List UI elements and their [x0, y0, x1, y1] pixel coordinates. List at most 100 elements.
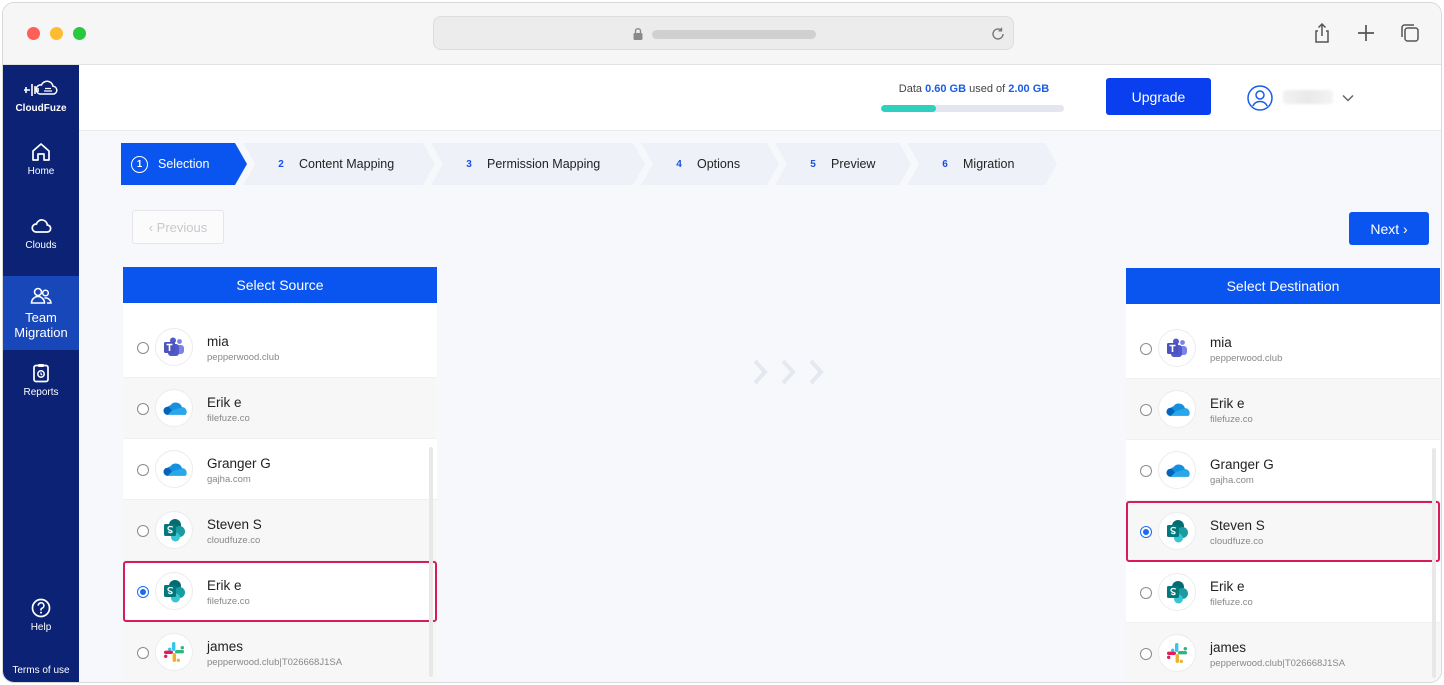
select-radio[interactable] — [1140, 404, 1152, 416]
browser-toolbar — [3, 3, 1441, 65]
close-window-button[interactable] — [27, 27, 40, 40]
list-item[interactable]: Erik e filefuze.co — [123, 378, 437, 439]
help-icon — [31, 598, 51, 618]
onedrive-icon — [1158, 390, 1196, 428]
account-name: james — [1210, 640, 1247, 655]
account-name: Erik e — [1210, 579, 1245, 594]
url-text — [652, 30, 816, 39]
account-name: Granger G — [1210, 457, 1274, 472]
select-radio[interactable] — [137, 586, 149, 598]
list-item[interactable]: Granger G gajha.com — [123, 439, 437, 500]
sharepoint-icon — [1158, 512, 1196, 550]
next-button[interactable]: Next › — [1349, 212, 1429, 245]
step-label: Content Mapping — [299, 157, 395, 171]
storage-progress-bar — [881, 105, 1064, 112]
step-number: 3 — [466, 158, 472, 170]
account-domain: pepperwood.club — [207, 352, 280, 363]
step-preview[interactable]: 5 Preview — [775, 143, 911, 185]
storage-mid: used of — [969, 83, 1006, 95]
share-icon[interactable] — [1311, 22, 1333, 44]
source-list: mia pepperwood.club Erik e filefuze.co Grang… — [123, 317, 437, 682]
step-number: 5 — [810, 158, 816, 170]
list-item[interactable]: Erik e filefuze.co — [1126, 379, 1440, 440]
sidebar-item-clouds[interactable]: Clouds — [3, 215, 79, 265]
onedrive-icon — [155, 389, 193, 427]
list-item[interactable]: james pepperwood.club|T026668J1SA — [123, 622, 437, 682]
teams-icon — [1158, 329, 1196, 367]
account-domain: filefuze.co — [207, 596, 250, 607]
reload-icon[interactable] — [990, 26, 1006, 42]
sidebar-item-label: Clouds — [25, 240, 57, 251]
list-item[interactable]: mia pepperwood.club — [1126, 318, 1440, 379]
account-name: Steven S — [1210, 518, 1265, 533]
select-radio[interactable] — [1140, 526, 1152, 538]
account-name: Erik e — [1210, 396, 1245, 411]
previous-button[interactable]: ‹ Previous — [132, 210, 224, 244]
step-migration[interactable]: 6 Migration — [907, 143, 1057, 185]
list-item[interactable]: Erik e filefuze.co — [123, 561, 437, 622]
terms-of-use-link[interactable]: Terms of use — [3, 665, 79, 676]
upgrade-button[interactable]: Upgrade — [1106, 78, 1211, 115]
user-menu[interactable] — [1247, 85, 1367, 111]
account-domain: cloudfuze.co — [207, 535, 261, 546]
teams-icon — [155, 328, 193, 366]
list-item[interactable]: james pepperwood.club|T026668J1SA — [1126, 623, 1440, 682]
step-selection[interactable]: 1 Selection — [121, 143, 247, 185]
source-scrollbar[interactable] — [429, 447, 433, 677]
source-panel-title: Select Source — [123, 267, 437, 303]
account-name: Granger G — [207, 456, 271, 471]
destination-scrollbar[interactable] — [1432, 448, 1436, 678]
step-number: 4 — [676, 158, 682, 170]
select-radio[interactable] — [1140, 465, 1152, 477]
transfer-arrows-icon — [753, 359, 824, 385]
account-domain: cloudfuze.co — [1210, 536, 1264, 547]
minimize-window-button[interactable] — [50, 27, 63, 40]
select-radio[interactable] — [137, 647, 149, 659]
storage-usage-text: Data 0.60 GB used of 2.00 GB — [879, 83, 1069, 95]
account-domain: filefuze.co — [207, 413, 250, 424]
list-item[interactable]: mia pepperwood.club — [123, 317, 437, 378]
cloudfuze-logo[interactable]: CloudFuze — [3, 79, 79, 114]
step-label: Permission Mapping — [487, 157, 601, 171]
destination-list: mia pepperwood.club Erik e filefuze.co Grang… — [1126, 318, 1440, 682]
list-item[interactable]: Granger G gajha.com — [1126, 440, 1440, 501]
storage-progress-fill — [881, 105, 936, 112]
select-radio[interactable] — [1140, 343, 1152, 355]
main-content: 1 Selection 2 Content Mapping 3 Permissi… — [79, 131, 1441, 682]
cloudfuze-logo-icon — [24, 80, 58, 96]
sidebar-item-label: Reports — [23, 387, 59, 398]
user-name-redacted — [1283, 90, 1333, 104]
zoom-window-button[interactable] — [73, 27, 86, 40]
slack-icon — [155, 633, 193, 671]
sidebar-item-reports[interactable]: Reports — [3, 362, 79, 412]
step-options[interactable]: 4 Options — [641, 143, 779, 185]
sidebar-item-help[interactable]: Help — [3, 597, 79, 637]
list-item[interactable]: Steven S cloudfuze.co — [123, 500, 437, 561]
new-tab-icon[interactable] — [1355, 22, 1377, 44]
address-bar[interactable] — [433, 16, 1014, 50]
step-number: 6 — [942, 158, 948, 170]
sidebar-item-label: Help — [30, 622, 52, 633]
user-avatar-icon — [1247, 85, 1273, 111]
storage-prefix: Data — [898, 83, 923, 95]
account-name: Erik e — [207, 578, 242, 593]
step-permission-mapping[interactable]: 3 Permission Mapping — [431, 143, 645, 185]
select-radio[interactable] — [1140, 587, 1152, 599]
step-content-mapping[interactable]: 2 Content Mapping — [243, 143, 435, 185]
select-radio[interactable] — [137, 403, 149, 415]
step-number: 2 — [278, 158, 284, 170]
select-radio[interactable] — [137, 342, 149, 354]
sidebar-item-team-migration[interactable]: Team Migration — [3, 276, 79, 350]
list-item[interactable]: Steven S cloudfuze.co — [1126, 501, 1440, 562]
home-icon — [32, 143, 50, 161]
select-radio[interactable] — [137, 525, 149, 537]
sidebar-item-home[interactable]: Home — [3, 141, 79, 191]
browser-window: CloudFuze Home Clouds Team Migration Rep… — [2, 2, 1442, 683]
list-item[interactable]: Erik e filefuze.co — [1126, 562, 1440, 623]
destination-panel-title: Select Destination — [1126, 268, 1440, 304]
storage-total: 2.00 GB — [1008, 83, 1050, 95]
select-radio[interactable] — [1140, 648, 1152, 660]
tabs-overview-icon[interactable] — [1399, 22, 1421, 44]
select-radio[interactable] — [137, 464, 149, 476]
onedrive-icon — [155, 450, 193, 488]
